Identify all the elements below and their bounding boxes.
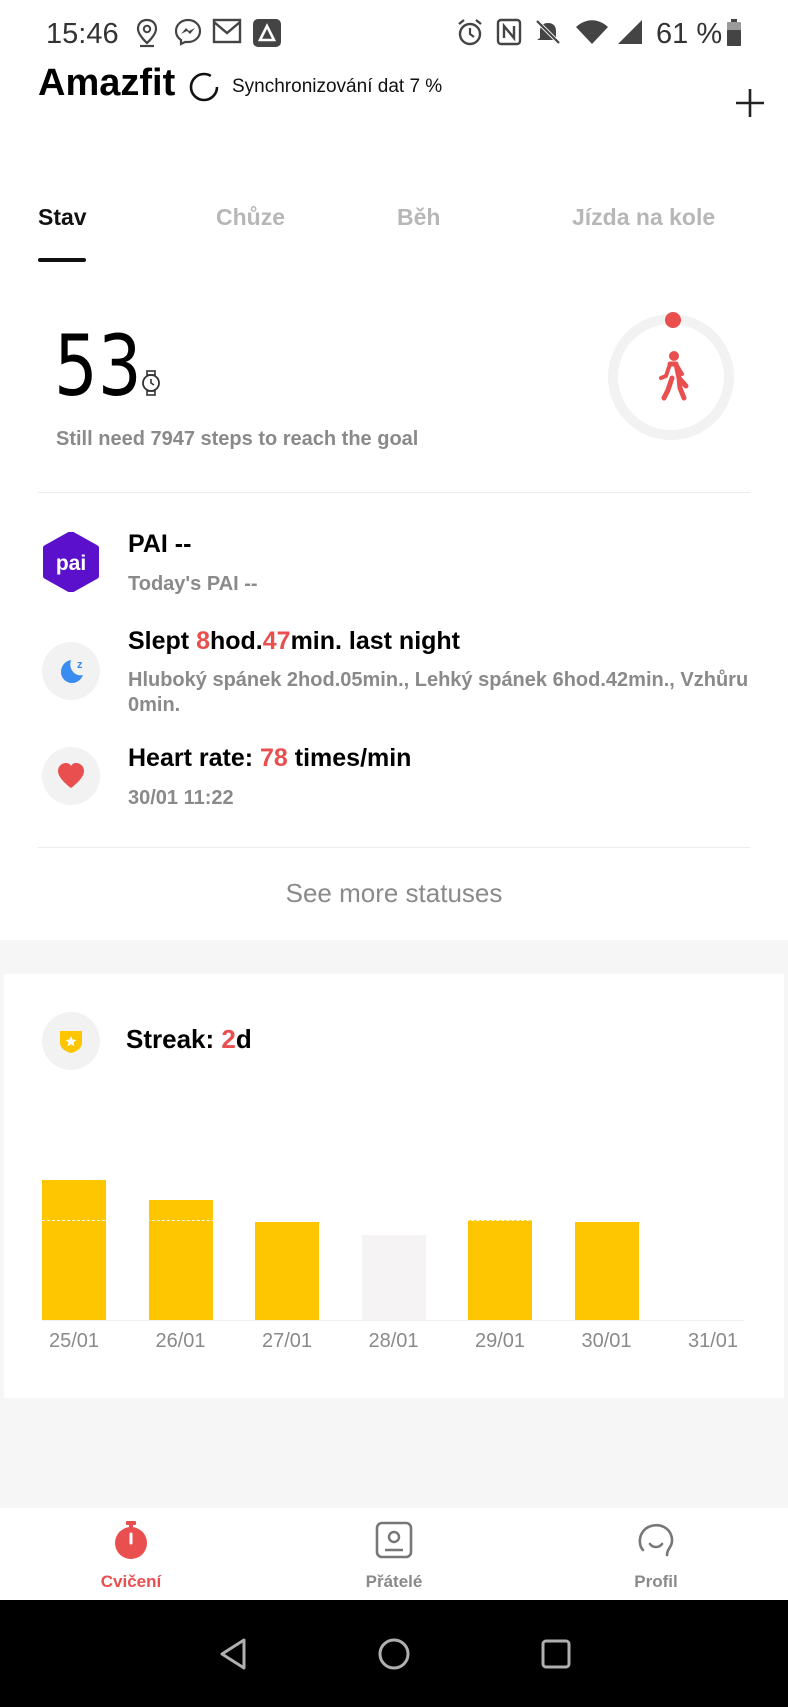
nav-label-pratele: Přátelé [365, 1572, 423, 1591]
back-icon[interactable] [216, 1636, 250, 1672]
x-label: 26/01 [155, 1330, 206, 1352]
app-brand: Amazfit [38, 62, 176, 104]
x-label: 28/01 [368, 1330, 419, 1352]
messenger-icon [174, 18, 202, 46]
gmail-icon [212, 18, 242, 44]
steps-goal-text: Still need 7947 steps to reach the goal [56, 428, 419, 450]
pai-title[interactable]: PAI -- [128, 530, 191, 559]
bar-25-01[interactable] [42, 1180, 106, 1320]
nav-profil[interactable]: Profil [566, 1508, 746, 1600]
tab-beh[interactable]: Běh [397, 204, 440, 231]
pai-icon[interactable]: pai [40, 532, 102, 592]
x-label: 29/01 [474, 1330, 526, 1352]
divider [38, 847, 750, 848]
sleep-icon-wrap[interactable]: z [42, 642, 100, 700]
heart-icon [58, 763, 84, 788]
stopwatch-icon [115, 1521, 147, 1559]
pai-subtitle: Today's PAI -- [128, 573, 258, 595]
bar-30-01[interactable] [574, 1222, 639, 1320]
sleep-hours: 8 [196, 627, 210, 655]
streak-badge-icon [60, 1031, 82, 1053]
chart-baseline [42, 1320, 744, 1321]
heart-rate-value: 78 [260, 744, 288, 772]
nav-cviceni[interactable]: Cvičení [41, 1508, 221, 1600]
sleep-title[interactable]: Slept 8hod.47min. last night [128, 627, 460, 656]
tab-stav[interactable]: Stav [38, 204, 87, 231]
sleep-details: Hluboký spánek 2hod.05min., Lehký spánek… [128, 669, 749, 716]
sleep-minutes: 47 [262, 627, 291, 655]
see-more-statuses-button[interactable]: See more statuses [0, 878, 788, 909]
sync-text: Synchronizování dat 7 % [232, 76, 443, 97]
system-navigation-bar [0, 1600, 788, 1707]
streak-icon-wrap [42, 1012, 100, 1070]
profile-icon [638, 1523, 674, 1557]
goal-line-overlay [42, 1220, 744, 1221]
pai-icon-text: pai [56, 552, 86, 575]
x-label: 27/01 [261, 1330, 313, 1352]
home-icon[interactable] [376, 1636, 412, 1672]
steps-count: 53 [54, 317, 142, 415]
watch-icon [142, 370, 160, 396]
svg-text:z: z [77, 659, 83, 671]
bar-26-01[interactable] [148, 1200, 213, 1320]
ring-progress-dot [665, 312, 681, 328]
x-label: 31/01 [687, 1330, 739, 1352]
tab-chuze[interactable]: Chůze [216, 204, 285, 231]
battery-percent: 61 % [656, 18, 723, 50]
x-label: 30/01 [581, 1330, 632, 1352]
heart-rate-time: 30/01 11:22 [128, 787, 234, 809]
bar-28-01[interactable] [361, 1235, 426, 1320]
plus-icon[interactable] [733, 86, 767, 120]
sync-status: Synchronizování dat 7 % [188, 70, 442, 104]
app-icon [253, 19, 281, 47]
friends-icon [375, 1521, 413, 1559]
alarm-icon [458, 19, 482, 46]
bar-27-01[interactable] [255, 1222, 319, 1320]
nav-pratele[interactable]: Přátelé [304, 1508, 484, 1600]
steps-progress-ring[interactable] [606, 312, 736, 442]
walking-person-icon [659, 351, 689, 401]
bottom-navigation: Cvičení Přátelé Profil [0, 1508, 788, 1600]
x-label: 25/01 [48, 1330, 100, 1352]
signal-icon [618, 20, 642, 44]
tab-jizda-na-kole[interactable]: Jízda na kole [572, 204, 715, 231]
active-tab-indicator [38, 258, 86, 262]
location-icon [136, 18, 158, 48]
streak-value: 2 [221, 1024, 236, 1054]
battery-icon [727, 19, 741, 46]
nav-label-profil: Profil [634, 1572, 678, 1591]
nfc-icon [496, 18, 522, 46]
moon-icon: z [61, 659, 83, 683]
streak-text: Streak: 2d [126, 1024, 252, 1054]
nav-label-cviceni: Cvičení [100, 1572, 162, 1591]
status-time: 15:46 [46, 18, 119, 50]
recents-icon[interactable] [538, 1636, 574, 1672]
divider [38, 492, 750, 493]
heart-icon-wrap[interactable] [42, 747, 100, 805]
wifi-icon [576, 20, 608, 44]
sync-spinner-icon [189, 72, 219, 102]
bar-29-01[interactable] [468, 1220, 532, 1320]
heart-rate-title[interactable]: Heart rate: 78 times/min [128, 744, 411, 773]
mute-icon [535, 19, 561, 45]
